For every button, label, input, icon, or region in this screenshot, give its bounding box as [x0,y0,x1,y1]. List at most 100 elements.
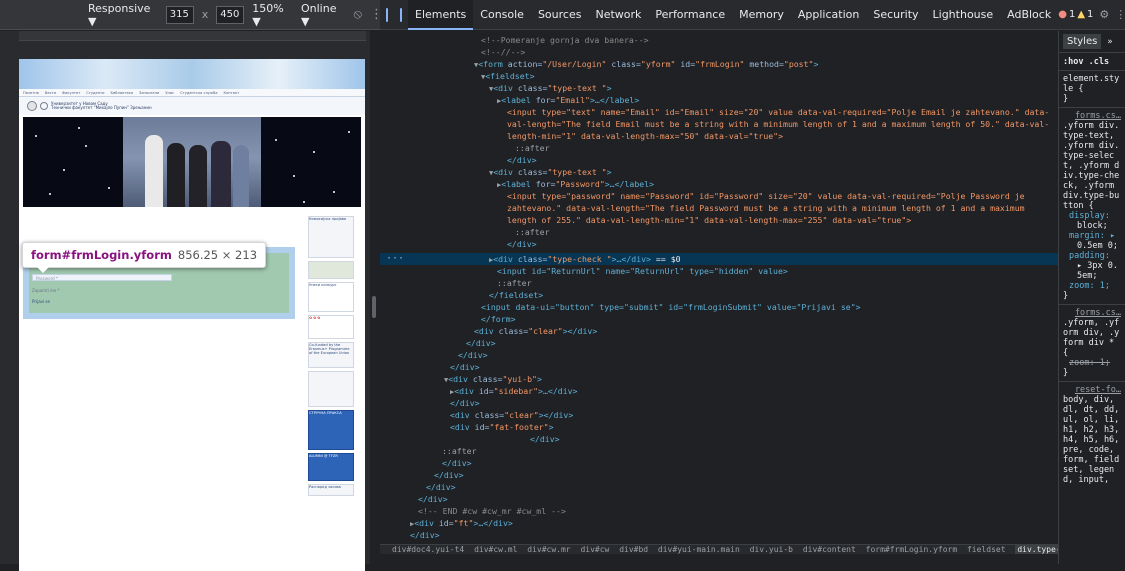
tab-lighthouse[interactable]: Lighthouse [926,0,1001,30]
rule-property[interactable]: margin: ▸ [1063,231,1121,241]
tab-memory[interactable]: Memory [732,0,791,30]
issues-badge[interactable]: ● 1 ▲ 1 [1058,9,1093,20]
dom-line-form[interactable]: ▼<form action="/User/Login" class="yform… [380,58,1058,70]
device-select[interactable]: Responsive ▼ [88,2,158,28]
nav-item[interactable]: Факултет [62,91,80,95]
hov-cls-toggle[interactable]: :hov .cls [1059,53,1125,71]
nav-item[interactable]: Контакт [224,91,240,95]
ellipsis-icon[interactable]: ··· [386,253,404,265]
dom-line[interactable]: <div id="fat-footer"> [380,421,1058,433]
dom-line[interactable]: <!--//--> [380,46,1058,58]
rule-value[interactable]: 0.5em 0; [1063,241,1121,251]
dom-line[interactable]: <input data-ui="button" type="submit" id… [380,301,1058,313]
settings-icon[interactable]: ⚙ [1099,8,1109,21]
more-icon[interactable]: ⋮ [1115,8,1125,21]
style-rule-element[interactable]: element.style { } [1059,71,1125,108]
submit-button[interactable]: Prijavi se [32,299,286,304]
dom-line-email-input[interactable]: <input type="text" name="Email" id="Emai… [380,106,1050,142]
tab-security[interactable]: Security [866,0,925,30]
dom-line[interactable]: </div> [380,337,1058,349]
dom-line[interactable]: <div class="clear"></div> [380,325,1058,337]
breadcrumb-item[interactable]: fieldset [967,545,1006,554]
nav-item[interactable]: Запослени [139,91,159,95]
breadcrumb-item[interactable]: div#cw [580,545,609,554]
rule-property[interactable]: padding: [1063,251,1121,261]
dom-line[interactable]: ::after [380,277,1058,289]
sidebar-box[interactable] [308,371,354,407]
resize-handle[interactable] [372,296,376,318]
remember-checkbox[interactable]: Zapamti me * [32,288,286,293]
emulated-page[interactable]: Почетна Вести Факултет Студенти Библиоте… [19,59,365,571]
rotate-icon[interactable]: ⦸ [354,7,362,22]
sidebar-box[interactable]: Унеси конкурс [308,282,354,312]
rule-property-overridden[interactable]: zoom: 1; [1063,358,1121,368]
rule-source-link[interactable]: reset-fo… [1063,385,1121,395]
inspect-icon[interactable] [386,7,388,22]
nav-item[interactable]: Библиотека [111,91,134,95]
dom-line[interactable]: ▼<fieldset> [380,70,1058,82]
dom-line[interactable]: </div> [380,433,1058,445]
breadcrumb-item[interactable]: div#bd [619,545,648,554]
tab-sources[interactable]: Sources [531,0,589,30]
sidebar-box[interactable] [308,261,354,279]
dom-line[interactable]: </div> [380,529,1058,541]
dom-line[interactable]: ▼<div class="type-text "> [380,166,1058,178]
breadcrumb-item[interactable]: div.yui-b [750,545,793,554]
erasmus-box[interactable]: Co-funded by the Erasmus+ Programme of t… [308,342,354,368]
zoom-select[interactable]: 150% ▼ [252,2,293,28]
schedule-box[interactable]: Распоред часова [308,484,354,496]
rule-property[interactable]: zoom: 1; [1063,281,1121,291]
internship-box[interactable]: СТРУЧНА ПРАКСА [308,410,354,450]
style-rule[interactable]: reset-fo… body, div, dl, dt, dd, ul, ol,… [1059,382,1125,488]
breadcrumb-item[interactable]: div#content [803,545,856,554]
breadcrumb-item-active[interactable]: div.type-check [1015,545,1058,554]
dom-line[interactable]: ▶<div id="sidebar">…</div> [380,385,1058,397]
nav-item[interactable]: Почетна [23,91,39,95]
nav-item[interactable]: Вести [45,91,56,95]
device-toggle-icon[interactable] [400,7,402,22]
alumni-box[interactable]: ALUMNI @ TFZR [308,453,354,481]
dom-line[interactable]: </div> [380,481,1058,493]
tab-styles[interactable]: Styles [1063,34,1102,49]
dom-line[interactable]: ::after [380,142,1058,154]
sidebar-flower-box[interactable]: ✿ ✿ ✿ [308,315,354,339]
tab-adblock[interactable]: AdBlock [1000,0,1058,30]
dom-line[interactable]: </div> [380,493,1058,505]
dom-line[interactable]: ::after [380,226,1058,238]
dom-line-password-input[interactable]: <input type="password" name="Password" i… [380,190,1050,226]
dom-line[interactable]: </div> [380,238,1058,250]
dom-line-selected[interactable]: ··· ▶<div class="type-check ">…</div> == … [380,253,1058,265]
rule-source-link[interactable]: forms.cs… [1063,111,1121,121]
dom-line[interactable]: <!-- END #cw #cw_mr #cw_ml --> [380,505,1058,517]
width-input[interactable] [165,5,194,24]
nav-item[interactable]: Упис [165,91,174,95]
more-tabs-icon[interactable]: » [1107,37,1112,47]
style-rule[interactable]: forms.cs… .yform, .yform div, .yform div… [1059,305,1125,382]
dom-line[interactable]: ▼<div class="type-text "> [380,82,1058,94]
dom-line[interactable]: </div> [380,469,1058,481]
tab-network[interactable]: Network [588,0,648,30]
dom-line[interactable]: <div class="clear"></div> [380,409,1058,421]
password-field[interactable]: Password * [32,274,172,281]
breadcrumb-item[interactable]: div#doc4.yui-t4 [392,545,464,554]
rule-value[interactable]: block; [1063,221,1121,231]
dom-line[interactable]: ▼<div class="yui-b"> [380,373,1058,385]
dom-line[interactable]: <input id="ReturnUrl" name="ReturnUrl" t… [380,265,1058,277]
dom-line[interactable]: </div> [380,361,1058,373]
network-throttle-select[interactable]: Online ▼ [301,2,346,28]
breadcrumb-item[interactable]: div#cw.ml [474,545,517,554]
dom-line[interactable]: </form> [380,313,1058,325]
dom-line[interactable]: </fieldset> [380,289,1058,301]
dom-line[interactable]: </div> [380,349,1058,361]
dom-line[interactable]: </div> [380,154,1058,166]
sidebar-box[interactable]: Комисијска пријава [308,216,354,258]
style-rule[interactable]: forms.cs… .yform div.type-text, .yform d… [1059,108,1125,305]
dom-line[interactable]: </div> [380,397,1058,409]
breadcrumb-item[interactable]: div#cw.mr [527,545,570,554]
dom-line[interactable]: ::after [380,445,1058,457]
dom-line[interactable]: <!--Pomeranje gornja dva banera--> [380,34,1058,46]
nav-item[interactable]: Студенти [86,91,104,95]
breadcrumb-item[interactable]: div#yui-main.main [658,545,740,554]
rule-source-link[interactable]: forms.cs… [1063,308,1121,318]
dom-line[interactable]: ▶<label for="Email">…</label> [380,94,1058,106]
